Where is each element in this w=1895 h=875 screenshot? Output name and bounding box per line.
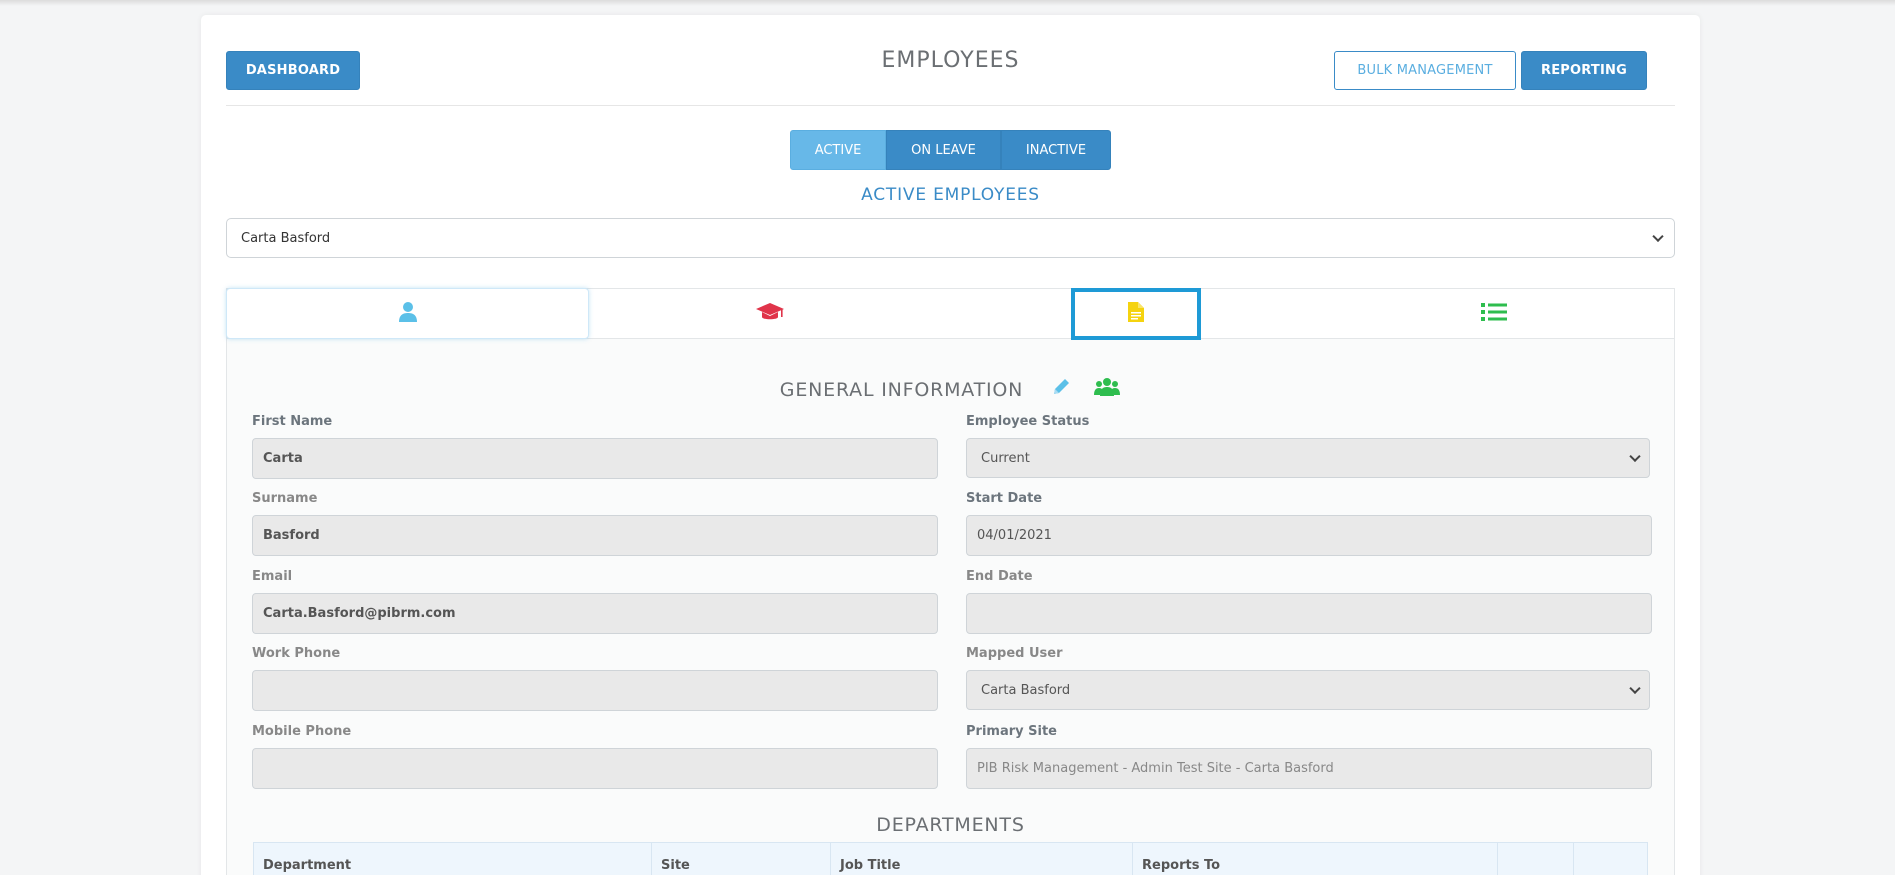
general-information-title: GENERAL INFORMATION: [227, 379, 1674, 401]
primary-site-field[interactable]: PIB Risk Management - Admin Test Site - …: [966, 748, 1652, 789]
chevron-down-icon: [1629, 450, 1641, 463]
pencil-icon[interactable]: [1051, 377, 1071, 401]
start-date-label: Start Date: [966, 491, 1043, 506]
departments-table-header: Department Site Job Title Reports To: [253, 842, 1648, 875]
team-icon[interactable]: [1094, 377, 1120, 401]
document-icon: [1127, 301, 1145, 327]
mapped-user-value: Carta Basford: [981, 682, 1071, 698]
start-date-field[interactable]: 04/01/2021: [966, 515, 1652, 556]
tab-checklist[interactable]: [1313, 289, 1674, 339]
tab-general[interactable]: [226, 288, 589, 339]
work-phone-field[interactable]: [252, 670, 938, 711]
employee-status-label: Employee Status: [966, 414, 1090, 429]
list-icon: [1480, 302, 1507, 326]
column-header-reports-to[interactable]: Reports To: [1133, 843, 1498, 875]
email-label: Email: [252, 569, 293, 584]
user-icon: [398, 301, 418, 327]
tab-documents[interactable]: [1071, 288, 1201, 340]
surname-label: Surname: [252, 491, 318, 506]
column-header-blank-2: [1574, 843, 1647, 875]
top-shadow: [0, 0, 1895, 6]
chevron-down-icon: [1652, 230, 1664, 243]
end-date-label: End Date: [966, 569, 1033, 584]
general-information-label: GENERAL INFORMATION: [779, 379, 1024, 401]
first-name-label: First Name: [252, 414, 333, 429]
mobile-phone-label: Mobile Phone: [252, 724, 352, 739]
employee-select-value: Carta Basford: [241, 230, 331, 246]
status-tab-group: ACTIVE ON LEAVE INACTIVE: [790, 130, 1111, 170]
column-header-job-title[interactable]: Job Title: [831, 843, 1133, 875]
mapped-user-label: Mapped User: [966, 646, 1063, 661]
surname-field[interactable]: Basford: [252, 515, 938, 556]
first-name-field[interactable]: Carta: [252, 438, 938, 479]
column-header-department[interactable]: Department: [254, 843, 652, 875]
mobile-phone-field[interactable]: [252, 748, 938, 789]
profile-panel: GENERAL INFORMATION First Name Carta Sur…: [226, 288, 1675, 875]
departments-title: DEPARTMENTS: [876, 814, 1025, 836]
tab-on-leave[interactable]: ON LEAVE: [886, 130, 1001, 170]
column-header-site[interactable]: Site: [652, 843, 831, 875]
employee-select[interactable]: Carta Basford: [226, 218, 1675, 258]
employee-status-value: Current: [981, 450, 1030, 466]
active-employees-heading: ACTIVE EMPLOYEES: [861, 185, 1040, 205]
reporting-button[interactable]: REPORTING: [1521, 51, 1647, 90]
profile-tabstrip: [226, 288, 1674, 340]
chevron-down-icon: [1629, 682, 1641, 695]
bulk-management-button[interactable]: BULK MANAGEMENT: [1334, 51, 1516, 90]
end-date-field[interactable]: [966, 593, 1652, 634]
employee-status-select[interactable]: Current: [966, 438, 1650, 478]
tab-active[interactable]: ACTIVE: [790, 130, 886, 170]
email-field[interactable]: Carta.Basford@pibrm.com: [252, 593, 938, 634]
employees-card: DASHBOARD EMPLOYEES BULK MANAGEMENT REPO…: [201, 15, 1700, 875]
graduation-cap-icon: [755, 302, 785, 326]
mapped-user-select[interactable]: Carta Basford: [966, 670, 1650, 710]
tab-training[interactable]: [589, 289, 951, 339]
work-phone-label: Work Phone: [252, 646, 341, 661]
header-divider: [226, 105, 1675, 106]
column-header-blank-1: [1498, 843, 1574, 875]
tab-inactive[interactable]: INACTIVE: [1001, 130, 1111, 170]
primary-site-label: Primary Site: [966, 724, 1057, 739]
